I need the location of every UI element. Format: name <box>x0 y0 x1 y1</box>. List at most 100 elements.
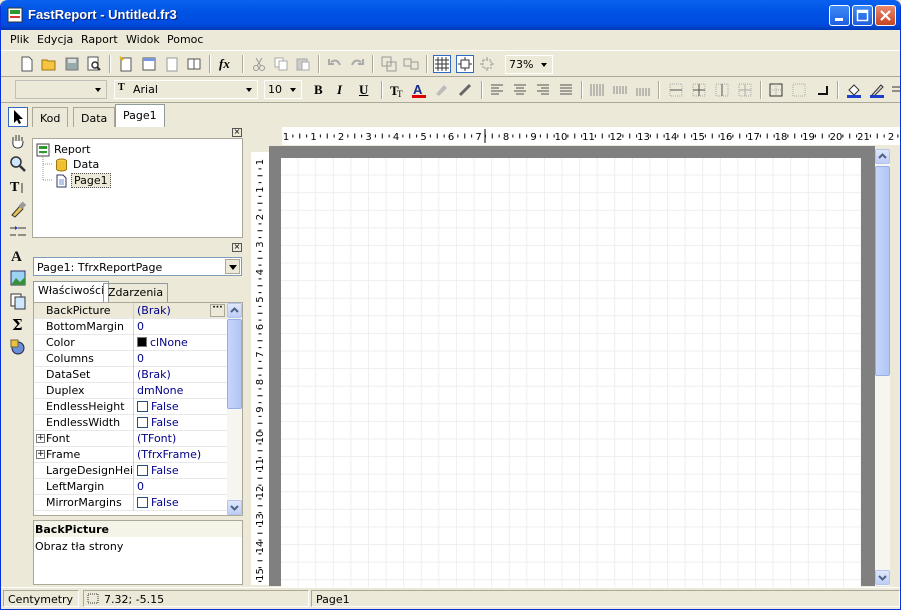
insert-band-icon[interactable] <box>9 223 27 241</box>
frame-left-icon[interactable] <box>714 82 730 98</box>
title-bar[interactable]: FastReport - Untitled.fr3 <box>1 0 900 30</box>
text-object-icon[interactable]: A <box>9 246 27 264</box>
hand-tool-icon[interactable] <box>9 132 27 150</box>
checkbox[interactable] <box>137 465 148 476</box>
prop-row-columns[interactable]: Columns 0 <box>34 351 227 367</box>
no-frame-icon[interactable] <box>791 82 807 98</box>
prop-row-bottommargin[interactable]: BottomMargin 0 <box>34 319 227 335</box>
align-justify-icon[interactable] <box>558 82 574 98</box>
prop-row-backpicture[interactable]: BackPicture (Brak) ··· <box>34 303 227 319</box>
font-name-select[interactable]: T Arial <box>114 80 258 99</box>
menu-raport[interactable]: Raport <box>81 33 118 46</box>
prop-row-endlessheight[interactable]: EndlessHeight False <box>34 399 227 415</box>
font-color-icon[interactable]: A <box>411 82 427 98</box>
scroll-down-button[interactable] <box>875 570 890 585</box>
new-dialog-icon[interactable] <box>141 56 157 72</box>
checkbox[interactable] <box>137 401 148 412</box>
cut-icon[interactable] <box>251 56 267 72</box>
redo-icon[interactable] <box>349 56 365 72</box>
menu-plik[interactable]: Plik <box>10 33 29 46</box>
fill-color-icon[interactable] <box>846 82 862 98</box>
tab-page1[interactable]: Page1 <box>115 104 165 127</box>
property-scrollbar[interactable] <box>227 303 242 515</box>
font-size-select[interactable]: 10 <box>264 80 302 99</box>
expression-icon[interactable]: fx <box>219 56 235 72</box>
highlight-icon[interactable] <box>433 82 449 98</box>
rotation-icon[interactable] <box>457 82 473 98</box>
scroll-thumb[interactable] <box>227 319 242 409</box>
checkbox[interactable] <box>137 497 148 508</box>
frame-top-icon[interactable] <box>668 82 684 98</box>
panel-splitter[interactable] <box>244 127 251 587</box>
expand-icon[interactable]: + <box>36 450 45 459</box>
zoom-select[interactable]: 73% <box>505 55 553 74</box>
maximize-button[interactable] <box>852 5 873 26</box>
prop-row-dataset[interactable]: DataSet (Brak) <box>34 367 227 383</box>
prop-row-color[interactable]: Color clNone <box>34 335 227 351</box>
show-grid-icon[interactable] <box>433 55 451 73</box>
italic-button[interactable]: I <box>337 82 342 98</box>
tree-item-data[interactable]: Data <box>73 158 99 171</box>
tree-item-report[interactable]: Report <box>54 143 90 156</box>
ellipsis-button[interactable]: ··· <box>210 304 225 317</box>
delete-page-icon[interactable] <box>164 56 180 72</box>
close-button[interactable] <box>875 5 896 26</box>
align-to-grid-icon[interactable] <box>456 55 474 73</box>
new-file-icon[interactable] <box>19 56 35 72</box>
style-select[interactable] <box>15 80 107 99</box>
underline-button[interactable]: U <box>359 82 368 98</box>
tab-properties[interactable]: Właściwości <box>33 281 110 302</box>
frame-style-icon[interactable] <box>891 82 901 98</box>
frame-bottom-icon[interactable] <box>691 82 707 98</box>
new-page-icon[interactable] <box>118 56 134 72</box>
sum-object-icon[interactable]: Σ <box>9 315 27 333</box>
copy-icon[interactable] <box>273 56 289 72</box>
prop-row-mirrormargins[interactable]: MirrorMargins False <box>34 495 227 511</box>
group-icon[interactable] <box>381 56 397 72</box>
scroll-up-button[interactable] <box>875 149 890 164</box>
expand-icon[interactable]: + <box>36 434 45 443</box>
frame-color-icon[interactable] <box>869 82 885 98</box>
frame-right-icon[interactable] <box>737 82 753 98</box>
page-settings-icon[interactable] <box>186 56 202 72</box>
valign-middle-icon[interactable] <box>612 82 628 98</box>
zoom-tool-icon[interactable] <box>9 155 27 173</box>
close-icon[interactable]: × <box>232 243 242 252</box>
align-center-icon[interactable] <box>512 82 528 98</box>
design-scrollbar[interactable] <box>875 149 890 586</box>
menu-edycja[interactable]: Edycja <box>37 33 73 46</box>
subreport-object-icon[interactable] <box>9 292 27 310</box>
all-frame-lines-icon[interactable] <box>768 82 784 98</box>
ungroup-icon[interactable] <box>403 56 419 72</box>
tree-item-page1[interactable]: Page1 <box>71 173 111 188</box>
preview-icon[interactable] <box>86 56 102 72</box>
other-objects-icon[interactable] <box>9 338 27 356</box>
align-left-icon[interactable] <box>489 82 505 98</box>
select-tool-icon[interactable] <box>8 107 28 127</box>
fit-to-grid-icon[interactable] <box>479 56 495 72</box>
picture-object-icon[interactable] <box>9 269 27 287</box>
prop-row-largedesignheight[interactable]: LargeDesignHeight False <box>34 463 227 479</box>
prop-row-duplex[interactable]: Duplex dmNone <box>34 383 227 399</box>
scroll-down-button[interactable] <box>227 500 242 515</box>
prop-row-endlesswidth[interactable]: EndlessWidth False <box>34 415 227 431</box>
valign-top-icon[interactable] <box>589 82 605 98</box>
menu-pomoc[interactable]: Pomoc <box>167 33 203 46</box>
tab-data[interactable]: Data <box>73 107 116 127</box>
menu-widok[interactable]: Widok <box>126 33 160 46</box>
undo-icon[interactable] <box>327 56 343 72</box>
bold-button[interactable]: B <box>314 82 323 98</box>
prop-row-leftmargin[interactable]: LeftMargin 0 <box>34 479 227 495</box>
save-icon[interactable] <box>64 56 80 72</box>
paste-icon[interactable] <box>295 56 311 72</box>
valign-bottom-icon[interactable] <box>635 82 651 98</box>
tab-events[interactable]: Zdarzenia <box>103 283 169 302</box>
open-folder-icon[interactable] <box>41 56 57 72</box>
checkbox[interactable] <box>137 417 148 428</box>
scroll-thumb[interactable] <box>875 166 890 376</box>
minimize-button[interactable] <box>829 5 850 26</box>
shadow-icon[interactable] <box>814 82 830 98</box>
text-edit-tool-icon[interactable]: T <box>9 177 27 195</box>
tab-kod[interactable]: Kod <box>32 107 69 127</box>
close-icon[interactable]: × <box>232 128 242 137</box>
